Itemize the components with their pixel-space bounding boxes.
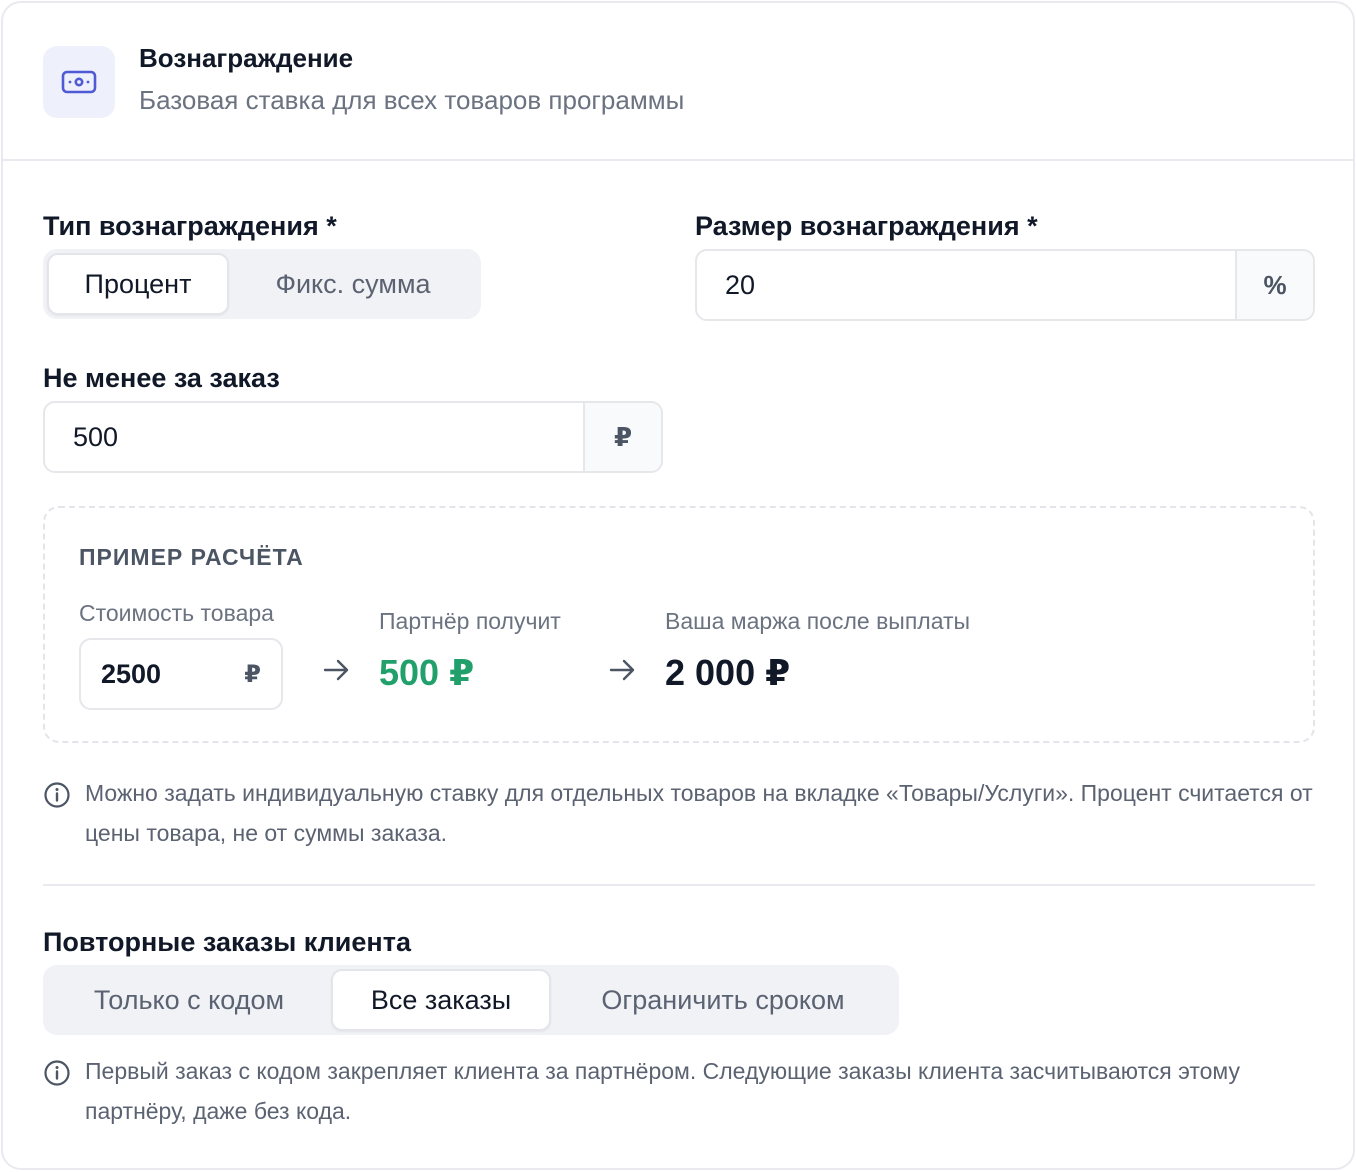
min-order-input[interactable]: [45, 403, 583, 471]
partner-label: Партнёр получит: [379, 608, 561, 634]
partner-value: 500 ₽: [379, 652, 475, 693]
min-order-field: ₽: [43, 401, 663, 473]
min-order-label: Не менее за заказ: [43, 363, 280, 393]
reward-type-toggle: Процент Фикс. сумма: [43, 249, 481, 319]
reward-size-field: %: [695, 249, 1315, 321]
price-label: Стоимость товара: [79, 600, 274, 626]
percent-unit: %: [1235, 251, 1313, 319]
reward-size-label: Размер вознаграждения *: [695, 211, 1038, 241]
repeat-orders-toggle: Только с кодом Все заказы Ограничить сро…: [43, 965, 899, 1035]
arrow-right-icon: [323, 659, 349, 681]
reward-type-fixed[interactable]: Фикс. сумма: [229, 253, 477, 315]
repeat-all-orders[interactable]: Все заказы: [331, 969, 551, 1031]
price-value: 2500: [101, 658, 162, 689]
card-title: Вознаграждение: [139, 43, 354, 73]
reward-type-label: Тип вознаграждения *: [43, 211, 337, 241]
card-header: Вознаграждение Базовая ставка для всех т…: [3, 3, 1353, 161]
margin-value: 2 000 ₽: [665, 652, 791, 693]
repeat-limit-term[interactable]: Ограничить сроком: [551, 969, 895, 1031]
reward-card: Вознаграждение Базовая ставка для всех т…: [1, 1, 1355, 1170]
repeat-hint-text: Первый заказ с кодом закрепляет клиента …: [85, 1058, 1240, 1124]
info-icon: [44, 782, 70, 808]
reward-type-percent[interactable]: Процент: [47, 253, 229, 315]
price-field[interactable]: 2500 ₽: [79, 638, 283, 710]
price-unit: ₽: [244, 660, 261, 688]
section-divider: [43, 884, 1315, 886]
banknote-icon: [43, 46, 115, 118]
repeat-orders-label: Повторные заказы клиента: [43, 927, 411, 957]
rate-hint-text: Можно задать индивидуальную ставку для о…: [85, 780, 1313, 846]
repeat-hint: Первый заказ с кодом закрепляет клиента …: [43, 1057, 1323, 1131]
arrow-right-icon: [609, 659, 635, 681]
repeat-only-code[interactable]: Только с кодом: [47, 969, 331, 1031]
margin-label: Ваша маржа после выплаты: [665, 608, 971, 634]
rate-hint: Можно задать индивидуальную ставку для о…: [43, 779, 1323, 853]
card-subtitle: Базовая ставка для всех товаров программ…: [139, 85, 685, 115]
calculation-example: ПРИМЕР РАСЧЁТА Стоимость товара 2500 ₽ П…: [43, 506, 1315, 743]
ruble-unit: ₽: [583, 403, 661, 471]
example-title: ПРИМЕР РАСЧЁТА: [79, 544, 304, 570]
info-icon: [44, 1060, 70, 1086]
reward-size-input[interactable]: [697, 251, 1235, 319]
